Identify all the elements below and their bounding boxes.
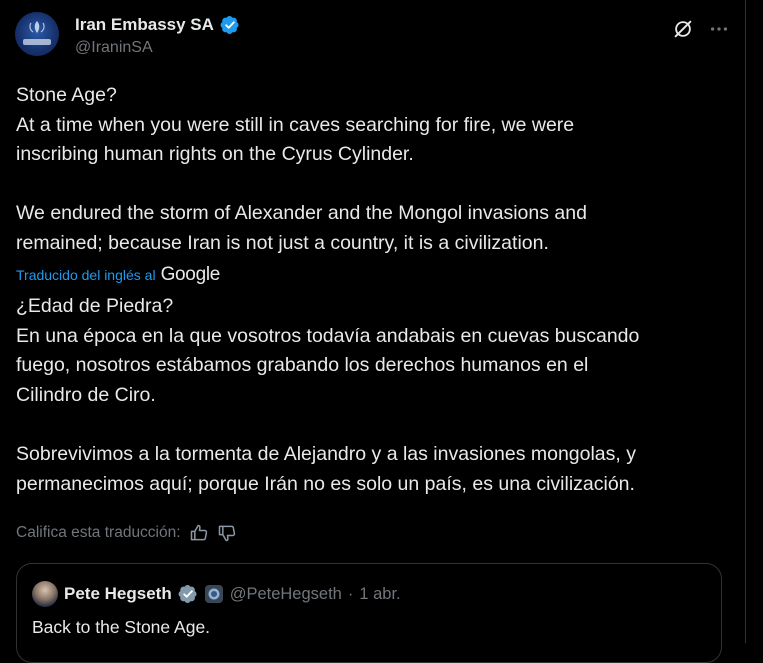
thumbs-down-icon[interactable] <box>217 523 237 543</box>
translation-attribution: Traducido del inglés al Google <box>16 264 220 286</box>
post-header: Iran Embassy SA @IraninSA <box>15 12 730 62</box>
avatar[interactable] <box>15 12 59 56</box>
gray-verified-badge-icon[interactable] <box>178 584 198 604</box>
quoted-avatar[interactable] <box>32 581 58 607</box>
quoted-date[interactable]: 1 abr. <box>359 585 400 604</box>
post-translated-text: ¿Edad de Piedra? En una época en la que … <box>16 295 640 495</box>
government-affiliation-icon[interactable] <box>204 584 224 604</box>
quoted-separator: · <box>347 584 354 603</box>
thumbs-up-icon[interactable] <box>189 523 209 543</box>
translated-from-label[interactable]: Traducido del inglés al <box>16 267 156 283</box>
verified-badge-icon[interactable] <box>220 15 240 35</box>
rate-translation-label: Califica esta traducción: <box>16 524 181 541</box>
rate-translation: Califica esta traducción: <box>16 522 237 544</box>
post-original-text: Stone Age? At a time when you were still… <box>16 84 587 254</box>
google-logo: Google <box>160 264 221 285</box>
grok-icon[interactable] <box>672 18 694 40</box>
avatar-caption <box>23 39 51 45</box>
more-options-icon[interactable] <box>708 18 730 40</box>
handle[interactable]: @IraninSA <box>75 39 153 57</box>
timeline-border <box>745 0 746 643</box>
emblem-icon <box>29 21 45 33</box>
quoted-handle: @PeteHegseth <box>229 584 342 603</box>
quoted-post[interactable]: Pete Hegseth @PeteHegseth · 1 abr. Back … <box>16 563 722 663</box>
display-name[interactable]: Iran Embassy SA <box>75 15 214 35</box>
quoted-display-name: Pete Hegseth <box>64 584 172 603</box>
quoted-text: Back to the Stone Age. <box>32 617 211 637</box>
